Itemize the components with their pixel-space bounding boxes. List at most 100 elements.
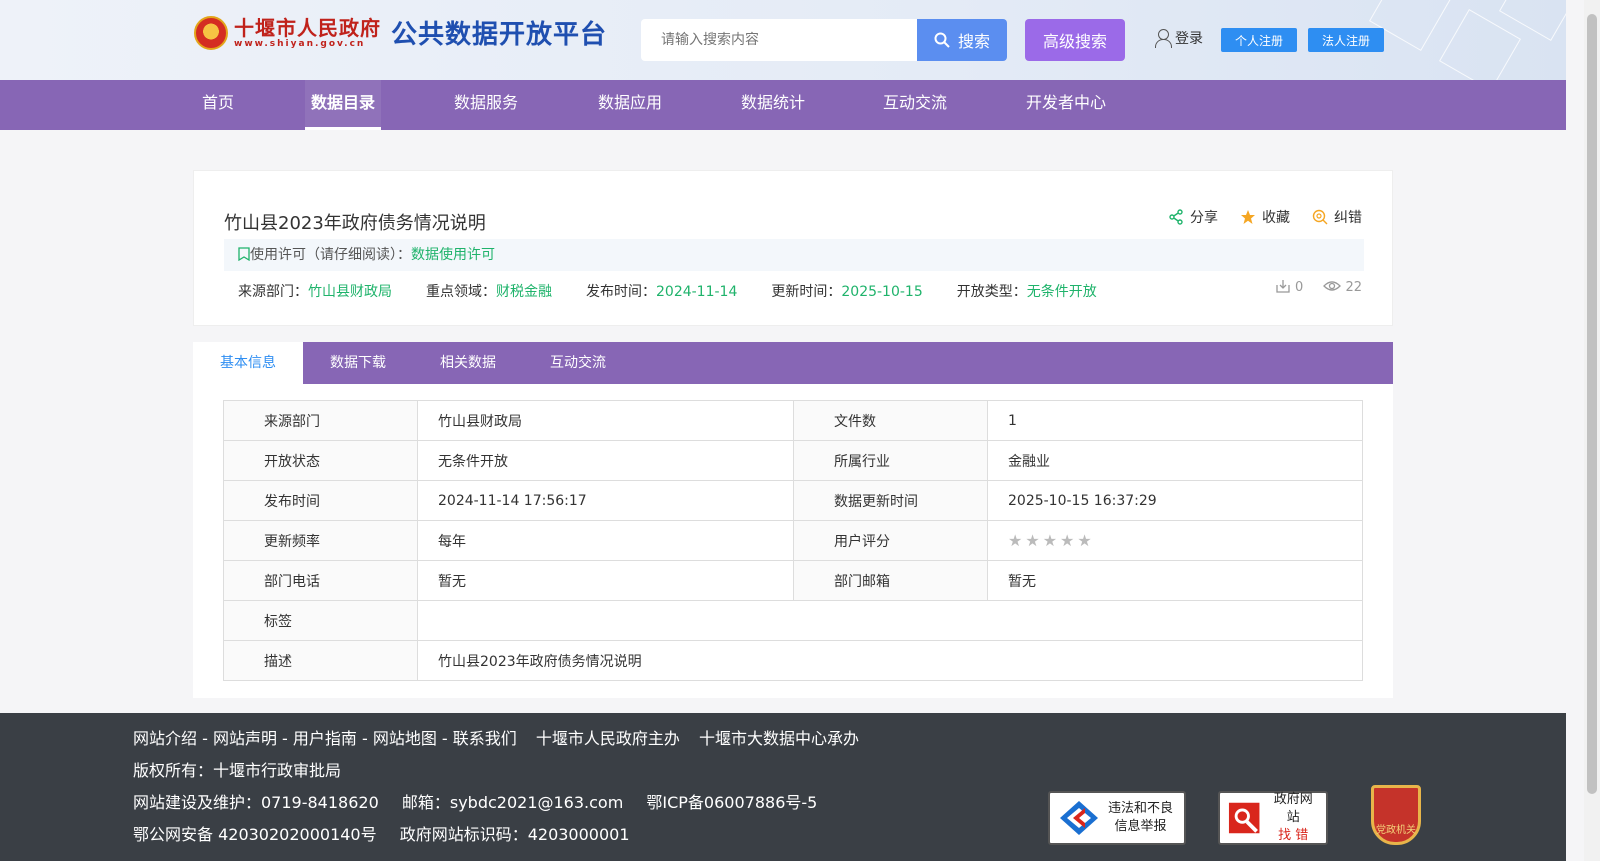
info-value: 竹山县财政局 xyxy=(417,400,794,441)
info-label: 标签 xyxy=(223,600,418,641)
dataset-detail-panel: 基本信息 数据下载 相关数据 互动交流 来源部门 竹山县财政局 文件数 1 开放… xyxy=(193,342,1393,698)
dataset-title: 竹山县2023年政府债务情况说明 xyxy=(224,213,486,234)
info-label: 用户评分 xyxy=(793,520,988,561)
decorative-hexagon xyxy=(1439,9,1521,80)
nav-interaction[interactable]: 互动交流 xyxy=(877,80,953,130)
meta-publish-time: 发布时间：2024-11-14 xyxy=(586,284,738,300)
nav-data-application[interactable]: 数据应用 xyxy=(592,80,668,130)
detail-tabs: 基本信息 数据下载 相关数据 互动交流 xyxy=(193,342,1393,384)
report-label: 纠错 xyxy=(1334,210,1362,226)
info-value: 暂无 xyxy=(417,560,794,601)
dataset-actions: 分享 收藏 纠错 xyxy=(1168,207,1362,227)
table-row: 描述 竹山县2023年政府债务情况说明 xyxy=(223,640,1363,681)
tab-interaction[interactable]: 互动交流 xyxy=(523,342,633,384)
dataset-meta: 来源部门：竹山县财政局 重点领域：财税金融 发布时间：2024-11-14 更新… xyxy=(238,281,1097,301)
search-button[interactable]: 搜索 xyxy=(917,19,1007,61)
footer-host: 十堰市人民政府主办 xyxy=(535,729,680,748)
illegal-info-report-badge[interactable]: 违法和不良 信息举报 xyxy=(1048,791,1186,845)
search-input[interactable] xyxy=(641,19,917,61)
nav-data-service[interactable]: 数据服务 xyxy=(448,80,524,130)
logo-city-name: 十堰市人民政府 xyxy=(234,15,381,40)
info-label: 文件数 xyxy=(793,400,988,441)
search-icon xyxy=(934,32,950,48)
star-icon xyxy=(1241,210,1255,224)
info-value: 1 xyxy=(987,400,1363,441)
nav-data-statistics[interactable]: 数据统计 xyxy=(735,80,811,130)
footer-undertaker: 十堰市大数据中心承办 xyxy=(699,729,860,748)
license-bar: 使用许可（请仔细阅读）：数据使用许可 xyxy=(224,239,1364,271)
platform-title: 公共数据开放平台 xyxy=(391,20,608,50)
view-count: 22 xyxy=(1323,279,1362,295)
user-icon xyxy=(1154,28,1172,48)
login-label: 登录 xyxy=(1175,31,1203,47)
header-banner: 十堰市人民政府 www.shiyan.gov.cn 公共数据开放平台 搜索 高级… xyxy=(0,0,1566,80)
info-value: 金融业 xyxy=(987,440,1363,481)
info-label: 部门电话 xyxy=(223,560,418,601)
table-row: 开放状态 无条件开放 所属行业 金融业 xyxy=(223,440,1363,481)
tab-basic-info[interactable]: 基本信息 xyxy=(193,342,303,384)
favorite-button[interactable]: 收藏 xyxy=(1240,207,1290,227)
report-logo-icon xyxy=(1060,801,1098,835)
meta-key-area: 重点领域：财税金融 xyxy=(426,284,552,300)
dataset-header-card: 竹山县2023年政府债务情况说明 分享 收藏 纠错 使用许可（请仔细阅读）：数据… xyxy=(193,170,1393,326)
footer-site-id: 政府网站标识码：4203000001 xyxy=(399,825,630,844)
user-rating[interactable]: ★★★★★ xyxy=(987,520,1363,561)
info-label: 发布时间 xyxy=(223,480,418,521)
national-emblem-icon xyxy=(194,15,228,50)
bookmark-icon xyxy=(238,247,250,262)
gov-site-error-badge[interactable]: 政府网站找 错 xyxy=(1218,791,1328,845)
meta-update-time: 更新时间：2025-10-15 xyxy=(771,284,923,300)
main-nav: 首页 数据目录 数据服务 数据应用 数据统计 互动交流 开发者中心 xyxy=(0,80,1566,130)
nav-developer-center[interactable]: 开发者中心 xyxy=(1020,80,1112,130)
report-error-button[interactable]: 纠错 xyxy=(1312,207,1362,227)
rating-stars-icon[interactable]: ★★★★★ xyxy=(1008,531,1095,550)
license-prefix: 使用许可（请仔细阅读）： xyxy=(250,247,411,263)
footer-icp[interactable]: 鄂ICP备06007886号-5 xyxy=(646,793,817,812)
info-value: 2025-10-15 16:37:29 xyxy=(987,480,1363,521)
info-value: 每年 xyxy=(417,520,794,561)
info-value: 暂无 xyxy=(987,560,1363,601)
table-row: 标签 xyxy=(223,600,1363,641)
footer-email: 邮箱：sybdc2021@163.com xyxy=(401,793,624,812)
info-label: 开放状态 xyxy=(223,440,418,481)
footer-links[interactable]: 网站介绍 - 网站声明 - 用户指南 - 网站地图 - 联系我们 xyxy=(133,729,517,748)
party-gov-agency-icon[interactable]: 党政机关 xyxy=(1371,785,1421,845)
info-label: 数据更新时间 xyxy=(793,480,988,521)
meta-source-dept: 来源部门：竹山县财政局 xyxy=(238,284,392,300)
site-logo[interactable]: 十堰市人民政府 www.shiyan.gov.cn 公共数据开放平台 xyxy=(194,14,607,51)
login-link[interactable]: 登录 xyxy=(1154,28,1203,48)
license-link[interactable]: 数据使用许可 xyxy=(411,247,495,263)
tab-data-download[interactable]: 数据下载 xyxy=(303,342,413,384)
footer-police[interactable]: 鄂公网安备 42030202000140号 xyxy=(133,825,377,844)
tab-related-data[interactable]: 相关数据 xyxy=(413,342,523,384)
info-label: 描述 xyxy=(223,640,418,681)
share-button[interactable]: 分享 xyxy=(1168,207,1218,227)
info-label: 所属行业 xyxy=(793,440,988,481)
info-value: 2024-11-14 17:56:17 xyxy=(417,480,794,521)
table-row: 来源部门 竹山县财政局 文件数 1 xyxy=(223,400,1363,441)
favorite-label: 收藏 xyxy=(1262,210,1290,226)
footer-copyright: 版权所有：十堰市行政审批局 xyxy=(133,761,342,780)
personal-register-button[interactable]: 个人注册 xyxy=(1221,28,1297,52)
download-icon xyxy=(1276,280,1290,293)
corporate-register-button[interactable]: 法人注册 xyxy=(1308,28,1384,52)
logo-domain: www.shiyan.gov.cn xyxy=(234,38,366,49)
table-row: 部门电话 暂无 部门邮箱 暂无 xyxy=(223,560,1363,601)
footer-maintenance: 网站建设及维护：0719-8418620 xyxy=(133,793,379,812)
share-icon xyxy=(1169,209,1183,225)
nav-data-catalog[interactable]: 数据目录 xyxy=(305,80,382,130)
footer-links-line: 网站介绍 - 网站声明 - 用户指南 - 网站地图 - 联系我们 十堰市人民政府… xyxy=(133,725,859,749)
site-footer: 网站介绍 - 网站声明 - 用户指南 - 网站地图 - 联系我们 十堰市人民政府… xyxy=(0,713,1566,861)
footer-maintenance-line: 网站建设及维护：0719-8418620 邮箱：sybdc2021@163.co… xyxy=(133,789,817,813)
info-label: 来源部门 xyxy=(223,400,418,441)
magnifier-icon xyxy=(1228,802,1260,834)
advanced-search-button[interactable]: 高级搜索 xyxy=(1025,19,1125,61)
scrollbar-thumb[interactable] xyxy=(1587,14,1597,794)
download-count: 0 xyxy=(1275,279,1303,295)
nav-home[interactable]: 首页 xyxy=(196,80,240,130)
info-label: 更新频率 xyxy=(223,520,418,561)
info-label: 部门邮箱 xyxy=(793,560,988,601)
page-scrollbar[interactable] xyxy=(1584,0,1600,861)
meta-open-type: 开放类型：无条件开放 xyxy=(956,284,1097,300)
table-row: 发布时间 2024-11-14 17:56:17 数据更新时间 2025-10-… xyxy=(223,480,1363,521)
